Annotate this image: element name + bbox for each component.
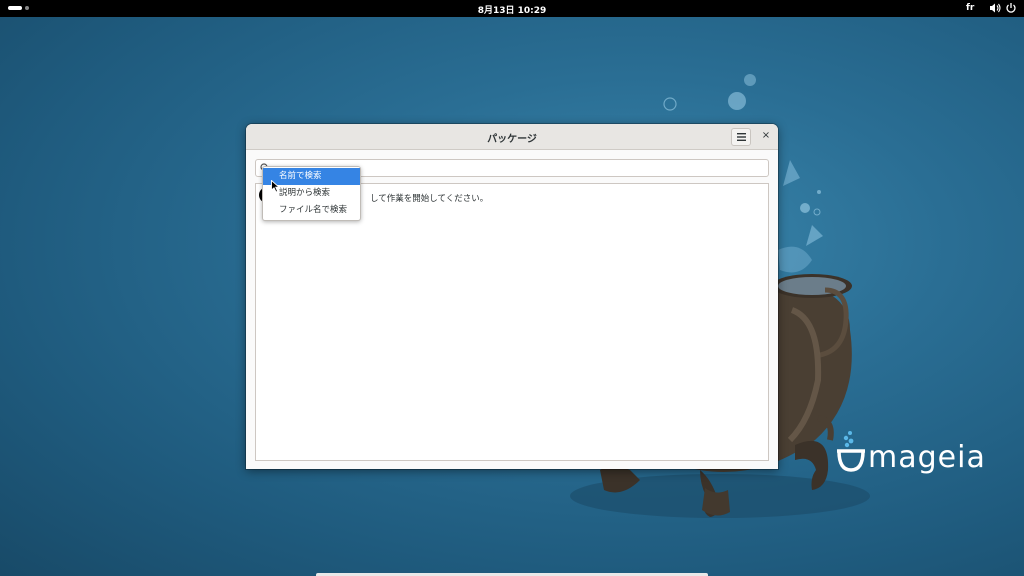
keyboard-layout-indicator[interactable]: fr bbox=[966, 3, 974, 13]
desktop: mageia 8月13日 10:29 fr パッケージ × して作業を開始してく… bbox=[0, 0, 1024, 576]
package-list-area: して作業を開始してください。 bbox=[255, 183, 769, 461]
mouse-cursor-icon bbox=[271, 180, 280, 193]
hamburger-menu-icon bbox=[736, 133, 746, 141]
hint-text: して作業を開始してください。 bbox=[370, 194, 489, 204]
hamburger-menu-button[interactable] bbox=[731, 128, 751, 146]
top-bar: 8月13日 10:29 fr bbox=[0, 0, 1024, 17]
clock[interactable]: 8月13日 10:29 bbox=[0, 3, 1024, 16]
window-titlebar[interactable]: パッケージ × bbox=[246, 124, 778, 150]
mageia-wordmark: mageia bbox=[868, 440, 986, 475]
power-icon[interactable] bbox=[1005, 2, 1017, 14]
close-icon: × bbox=[761, 130, 771, 141]
close-button[interactable]: × bbox=[758, 128, 774, 144]
mageia-logo-icon bbox=[837, 431, 865, 472]
window-title: パッケージ bbox=[487, 134, 537, 145]
search-mode-popup: 名前で検索 説明から検索 ファイル名で検索 bbox=[262, 166, 361, 221]
volume-icon[interactable] bbox=[989, 2, 1001, 14]
popup-item-search-by-filename[interactable]: ファイル名で検索 bbox=[263, 202, 360, 219]
